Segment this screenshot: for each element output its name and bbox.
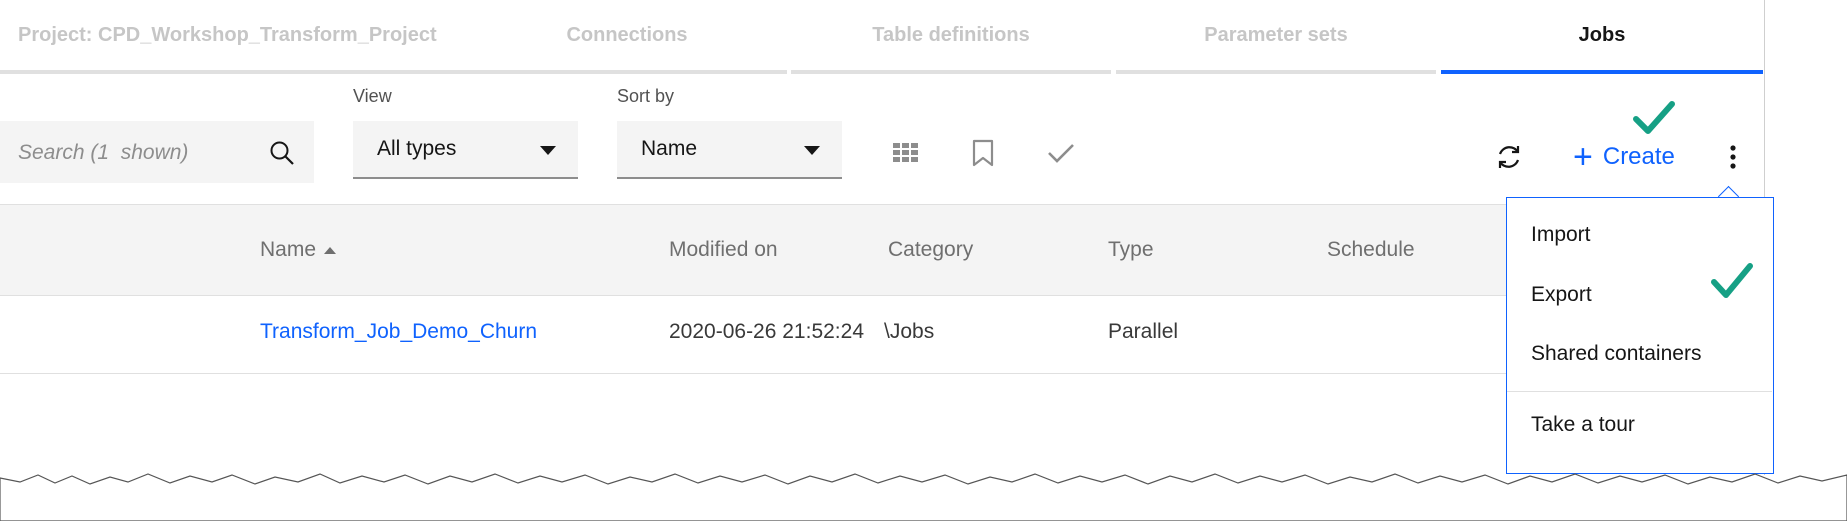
- modified-cell: 2020-06-26 21:52:24: [669, 320, 864, 343]
- column-header-type[interactable]: Type: [1108, 238, 1154, 262]
- menu-item-shared-containers[interactable]: Shared containers: [1531, 342, 1701, 366]
- column-header-modified[interactable]: Modified on: [669, 238, 778, 262]
- column-header-name[interactable]: Name: [260, 238, 337, 262]
- search-input[interactable]: [0, 121, 270, 185]
- tab-project[interactable]: Project: CPD_Workshop_Transform_Project: [0, 0, 482, 74]
- create-label: Create: [1602, 143, 1675, 170]
- view-select[interactable]: All types: [353, 121, 578, 179]
- sort-select[interactable]: Name: [617, 121, 842, 179]
- type-cell: Parallel: [1108, 320, 1179, 343]
- job-name-link[interactable]: Transform_Job_Demo_Churn: [260, 320, 537, 344]
- overflow-menu: Import Export Shared containers Take a t…: [1506, 197, 1774, 474]
- menu-item-export[interactable]: Export: [1531, 283, 1592, 307]
- jobs-page: Project: CPD_Workshop_Transform_Project …: [0, 0, 1765, 475]
- bookmark-icon[interactable]: [963, 133, 1003, 173]
- column-header-schedule[interactable]: Schedule: [1327, 238, 1415, 262]
- torn-edge: [0, 473, 1847, 521]
- tab-bar: Project: CPD_Workshop_Transform_Project …: [0, 0, 1764, 74]
- sort-ascending-icon: [324, 246, 337, 254]
- search-box: [0, 121, 314, 185]
- column-header-category[interactable]: Category: [888, 238, 973, 262]
- tab-parameter-sets[interactable]: Parameter sets: [1116, 0, 1436, 74]
- grid-icon[interactable]: [886, 133, 926, 173]
- view-value: All types: [377, 137, 457, 160]
- chevron-down-icon: [804, 146, 820, 155]
- menu-item-take-a-tour[interactable]: Take a tour: [1531, 413, 1635, 437]
- sort-label: Sort by: [617, 86, 675, 106]
- view-label: View: [353, 86, 392, 106]
- category-cell: \Jobs: [884, 320, 935, 343]
- table-header: Name Modified on Category Type Schedule: [0, 204, 1764, 296]
- sort-value: Name: [641, 137, 698, 160]
- create-button[interactable]: + Create: [1573, 137, 1675, 177]
- chevron-down-icon: [540, 146, 556, 155]
- search-icon[interactable]: [269, 140, 295, 171]
- overflow-menu-icon[interactable]: [1713, 137, 1753, 177]
- plus-icon: +: [1573, 138, 1593, 176]
- tab-jobs[interactable]: Jobs: [1441, 0, 1763, 74]
- refresh-icon[interactable]: [1489, 137, 1529, 177]
- tab-connections[interactable]: Connections: [467, 0, 787, 74]
- checkmark-icon: [1633, 100, 1675, 141]
- column-header-label: Name: [260, 238, 317, 261]
- table-row: Transform_Job_Demo_Churn 2020-06-26 21:5…: [0, 295, 1764, 374]
- menu-item-import[interactable]: Import: [1531, 223, 1591, 247]
- checkmark-icon[interactable]: [1041, 133, 1081, 173]
- tab-table-definitions[interactable]: Table definitions: [791, 0, 1111, 74]
- menu-divider: [1507, 391, 1772, 392]
- checkmark-icon: [1711, 262, 1753, 305]
